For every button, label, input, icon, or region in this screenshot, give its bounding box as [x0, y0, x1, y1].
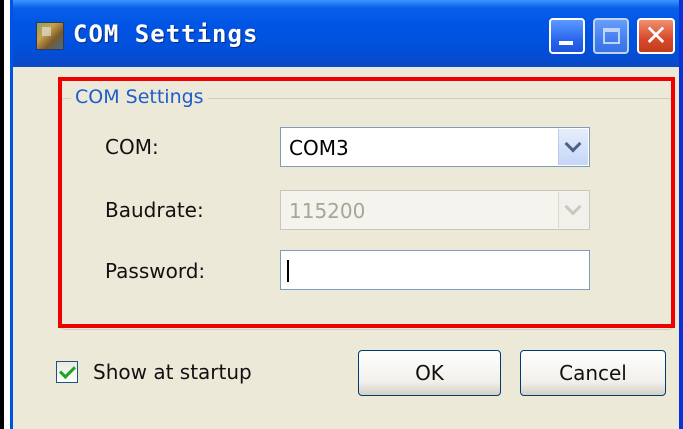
- show-at-startup-label[interactable]: Show at startup: [93, 358, 252, 386]
- com-settings-dialog: COM Settings ✕ COM Settings COM: COM3 Ba…: [10, 0, 683, 429]
- chevron-down-icon: [564, 198, 582, 216]
- password-label: Password:: [105, 259, 206, 283]
- minimize-button[interactable]: [549, 18, 585, 54]
- title-bar[interactable]: COM Settings ✕: [13, 0, 679, 67]
- window-title: COM Settings: [73, 20, 259, 48]
- maximize-icon: [603, 28, 620, 44]
- minimize-icon: [559, 41, 573, 45]
- background-edge: [0, 0, 10, 429]
- baudrate-select: 115200: [280, 190, 590, 230]
- background-edge-line: [0, 0, 4, 429]
- maximize-button[interactable]: [593, 18, 629, 54]
- check-icon: [59, 362, 76, 379]
- com-value: COM3: [289, 136, 349, 160]
- com-select[interactable]: COM3: [280, 127, 590, 167]
- text-cursor: [287, 260, 289, 282]
- close-icon: ✕: [644, 19, 668, 52]
- com-dropdown-button[interactable]: [558, 129, 588, 165]
- baudrate-dropdown-button: [558, 192, 588, 228]
- close-button[interactable]: ✕: [637, 18, 675, 54]
- com-label: COM:: [105, 135, 159, 159]
- baudrate-value: 115200: [289, 199, 366, 223]
- baudrate-label: Baudrate:: [105, 198, 204, 222]
- chevron-down-icon: [564, 135, 582, 153]
- group-title: COM Settings: [71, 84, 208, 110]
- show-at-startup-checkbox[interactable]: [56, 361, 78, 383]
- cancel-button[interactable]: Cancel: [520, 350, 666, 396]
- app-icon: [36, 22, 64, 50]
- ok-button[interactable]: OK: [358, 350, 501, 396]
- password-field[interactable]: [280, 250, 590, 290]
